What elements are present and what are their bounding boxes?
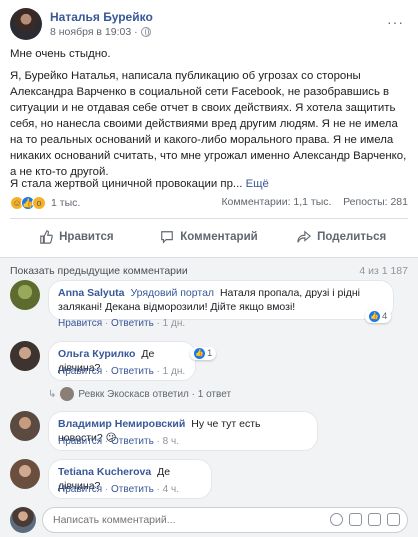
comment-like-link[interactable]: Нравится: [58, 318, 102, 329]
comment-actions: Нравится · Ответить · 1 дн.: [58, 318, 186, 329]
post-text-paragraph-2: Я, Бурейко Наталья, написала публикацию …: [10, 70, 407, 178]
post-header: Наталья Бурейко 8 ноября в 19:03 · ···: [10, 8, 410, 40]
share-button[interactable]: Поделиться: [275, 226, 408, 248]
share-icon: [297, 230, 312, 243]
post-stats: ☺ 👍 o 1 тыс. Комментарии: 1,1 тыс. Репос…: [10, 196, 408, 212]
comment-like-link[interactable]: Нравится: [58, 366, 102, 377]
reactions-summary[interactable]: ☺ 👍 o 1 тыс.: [10, 196, 80, 210]
comment-time[interactable]: 1 дн.: [163, 318, 185, 329]
commenter-avatar[interactable]: [10, 341, 40, 371]
comment-like-link[interactable]: Нравится: [58, 436, 102, 447]
divider: [10, 218, 408, 219]
comment-time[interactable]: 4 ч.: [163, 484, 179, 495]
comments-count[interactable]: Комментарии: 1,1 тыс.: [221, 196, 331, 208]
comment-likes-count: 4: [382, 311, 388, 322]
commenter-avatar[interactable]: [10, 280, 40, 310]
write-comment-row: [10, 507, 408, 533]
gif-icon[interactable]: [368, 513, 381, 526]
commenter-avatar[interactable]: [10, 459, 40, 489]
author-avatar[interactable]: [10, 8, 42, 40]
comment-reply-link[interactable]: Ответить: [111, 366, 154, 377]
current-user-avatar: [10, 507, 36, 533]
post-text-paragraph-3: Я стала жертвой циничной провокации пр..…: [10, 176, 408, 192]
replier-avatar: [60, 387, 75, 401]
comment-likes-count: 1: [207, 348, 213, 359]
wow-reaction-icon: o: [32, 196, 46, 210]
commenter-name[interactable]: Tetiana Kucherova: [58, 466, 151, 478]
share-label: Поделиться: [317, 231, 387, 243]
comments-counter: 4 из 1 187: [359, 265, 408, 277]
globe-icon: [140, 27, 151, 37]
like-icon: 👍: [194, 348, 205, 359]
comment-icon: [161, 231, 174, 244]
comment-button[interactable]: Комментарий: [143, 226, 276, 248]
comment-input-icons: [330, 513, 400, 526]
comment-bubble: Anna Salyuta Урядовий портал Наталя проп…: [48, 280, 394, 320]
post-text-paragraph-1: Мне очень стыдно.: [10, 48, 111, 60]
comment-likes-badge[interactable]: 👍 4: [365, 310, 392, 323]
commenter-name[interactable]: Владимир Немировский: [58, 418, 185, 430]
sticker-icon[interactable]: [387, 513, 400, 526]
commenter-name[interactable]: Anna Salyuta: [58, 287, 125, 299]
author-name[interactable]: Наталья Бурейко: [50, 10, 153, 24]
comment-actions: Нравится · Ответить · 1 дн.: [58, 366, 186, 377]
more-options-icon[interactable]: ···: [387, 14, 404, 30]
emoji-icon[interactable]: [330, 513, 343, 526]
reactions-count: 1 тыс.: [51, 197, 81, 209]
comment-actions: Нравится · Ответить · 8 ч.: [58, 436, 179, 447]
comment-likes-badge[interactable]: 👍 1: [190, 347, 217, 360]
comment-actions: Нравится · Ответить · 4 ч.: [58, 484, 179, 495]
comment-like-link[interactable]: Нравится: [58, 484, 102, 495]
commenter-avatar[interactable]: [10, 411, 40, 441]
reply-arrow-icon: ↳: [48, 388, 57, 400]
post-actions: Нравится Комментарий Поделиться: [10, 226, 408, 248]
like-icon: 👍: [369, 311, 380, 322]
shares-count[interactable]: Репосты: 281: [343, 196, 408, 208]
post-meta: 8 ноября в 19:03 ·: [50, 26, 151, 38]
commenter-name[interactable]: Ольга Курилко: [58, 348, 135, 360]
see-more-link[interactable]: Ещё: [246, 178, 269, 190]
post-text-truncated: Я стала жертвой циничной провокации пр..…: [10, 178, 243, 190]
comment-reply-link[interactable]: Ответить: [111, 484, 154, 495]
comment-reply-link[interactable]: Ответить: [111, 436, 154, 447]
like-label: Нравится: [59, 231, 114, 243]
like-button[interactable]: Нравится: [10, 226, 143, 248]
post-date[interactable]: 8 ноября в 19:03 ·: [50, 26, 138, 38]
replies-row[interactable]: ↳ Ревкк Экоскасв ответил · 1 ответ: [48, 387, 231, 401]
show-previous-comments-link[interactable]: Показать предыдущие комментарии: [10, 265, 188, 277]
camera-icon[interactable]: [349, 513, 362, 526]
comment-time[interactable]: 8 ч.: [163, 436, 179, 447]
stats-right: Комментарии: 1,1 тыс. Репосты: 281: [221, 196, 408, 208]
thumbs-up-icon: [40, 230, 53, 244]
comment-label: Комментарий: [180, 231, 258, 243]
comment-time[interactable]: 1 дн.: [163, 366, 185, 377]
previous-comments-row: Показать предыдущие комментарии 4 из 1 1…: [10, 265, 408, 277]
tagged-page[interactable]: Урядовий портал: [130, 287, 214, 299]
comment-reply-link[interactable]: Ответить: [111, 318, 154, 329]
replies-text: Ревкк Экоскасв ответил · 1 ответ: [78, 388, 232, 400]
